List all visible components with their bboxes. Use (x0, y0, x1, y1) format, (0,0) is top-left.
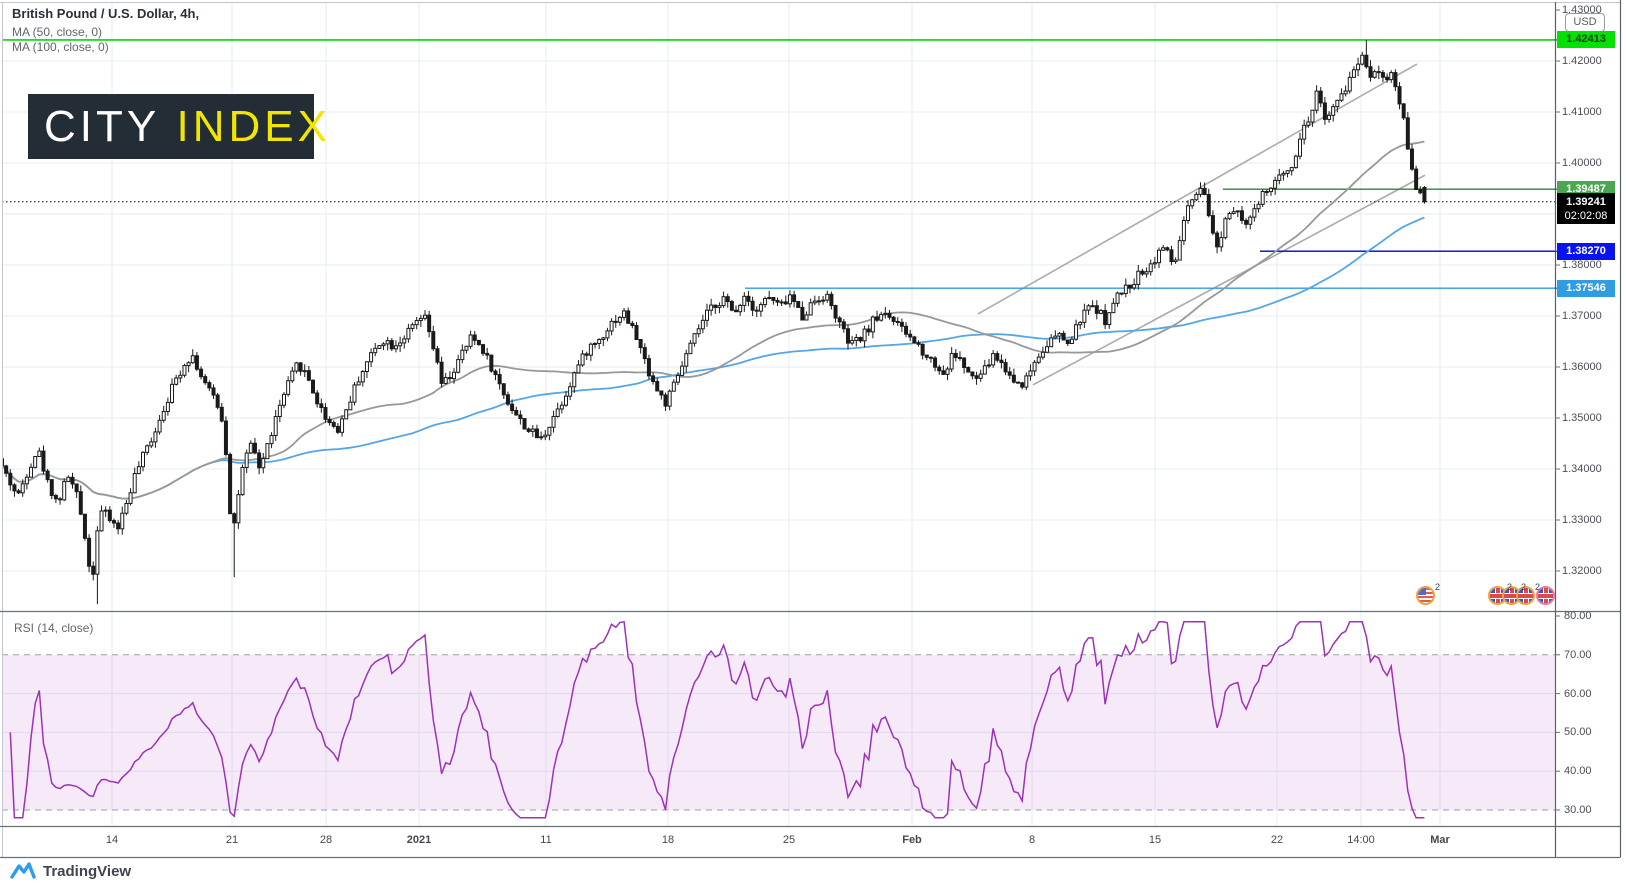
uk-flag-cross (1518, 593, 1533, 599)
price-tick-label: 1.37000 (1562, 310, 1602, 322)
event-count-badge: 2 (1521, 582, 1526, 592)
time-tick-label: 15 (1149, 834, 1161, 846)
time-tick-label: 25 (783, 834, 795, 846)
tradingview-logo-text: TradingView (43, 863, 131, 880)
price-tick-label: 1.38000 (1562, 259, 1602, 271)
price-tick-label: 1.40000 (1562, 157, 1602, 169)
time-tick-label: 21 (226, 834, 238, 846)
time-tick-label: Mar (1430, 834, 1450, 846)
time-tick-label: 22 (1271, 834, 1283, 846)
price-level-label: 1.42413 (1557, 31, 1615, 48)
price-tick-label: 1.33000 (1562, 514, 1602, 526)
price-tick-label: 1.42000 (1562, 55, 1602, 67)
price-tick-label: 1.34000 (1562, 463, 1602, 475)
rsi-band (2, 655, 1555, 810)
uk-flag-cross (1538, 593, 1553, 599)
time-tick-label: 8 (1029, 834, 1035, 846)
price-tick-label: 1.41000 (1562, 106, 1602, 118)
rsi-indicator-label: RSI (14, close) (14, 621, 93, 635)
ma100-line (2, 218, 1424, 499)
event-count-badge: 2 (1435, 582, 1440, 592)
event-count-badge: 2 (1535, 582, 1540, 592)
time-tick-label: 18 (662, 834, 674, 846)
city-index-logo: CITY INDEX (28, 94, 314, 159)
trading-chart-app: British Pound / U.S. Dollar, 4h, MA (50,… (0, 0, 1626, 892)
ma50-line (2, 142, 1424, 499)
price-level-label: 1.37546 (1557, 280, 1615, 297)
price-level-lines[interactable] (2, 40, 1555, 288)
rsi-tick-label: 50.00 (1564, 726, 1592, 738)
rsi-tick-label: 40.00 (1564, 765, 1592, 777)
tradingview-attribution[interactable]: TradingView (10, 861, 131, 881)
time-tick-label: 28 (320, 834, 332, 846)
event-count-badge: 2 (1507, 582, 1512, 592)
time-tick-label: 2021 (407, 834, 431, 846)
price-tick-label: 1.35000 (1562, 412, 1602, 424)
time-tick-label: 14 (106, 834, 118, 846)
currency-usd-button[interactable]: USD (1565, 13, 1605, 32)
rsi-tick-label: 60.00 (1564, 688, 1592, 700)
current-price-value: 1.39241 (1557, 195, 1615, 209)
price-level-label: 1.38270 (1557, 243, 1615, 260)
time-tick-label: Feb (902, 834, 922, 846)
rsi-tick-label: 70.00 (1564, 649, 1592, 661)
price-tick-label: 1.32000 (1562, 565, 1602, 577)
moving-averages (2, 142, 1424, 499)
us-event-flag-icon[interactable] (1416, 586, 1435, 605)
current-price-label: 1.3924102:02:08 (1557, 193, 1615, 224)
logo-index-text: INDEX (176, 102, 330, 151)
rsi-tick-label: 80.00 (1564, 610, 1592, 622)
time-tick-label: 14:00 (1347, 834, 1375, 846)
bar-countdown: 02:02:08 (1557, 209, 1615, 223)
rsi-tick-label: 30.00 (1564, 804, 1592, 816)
tradingview-logo-icon (10, 861, 36, 881)
us-flag-canton (1418, 588, 1426, 595)
time-tick-label: 11 (540, 834, 551, 846)
logo-city-text: CITY (44, 102, 160, 151)
price-tick-label: 1.36000 (1562, 361, 1602, 373)
